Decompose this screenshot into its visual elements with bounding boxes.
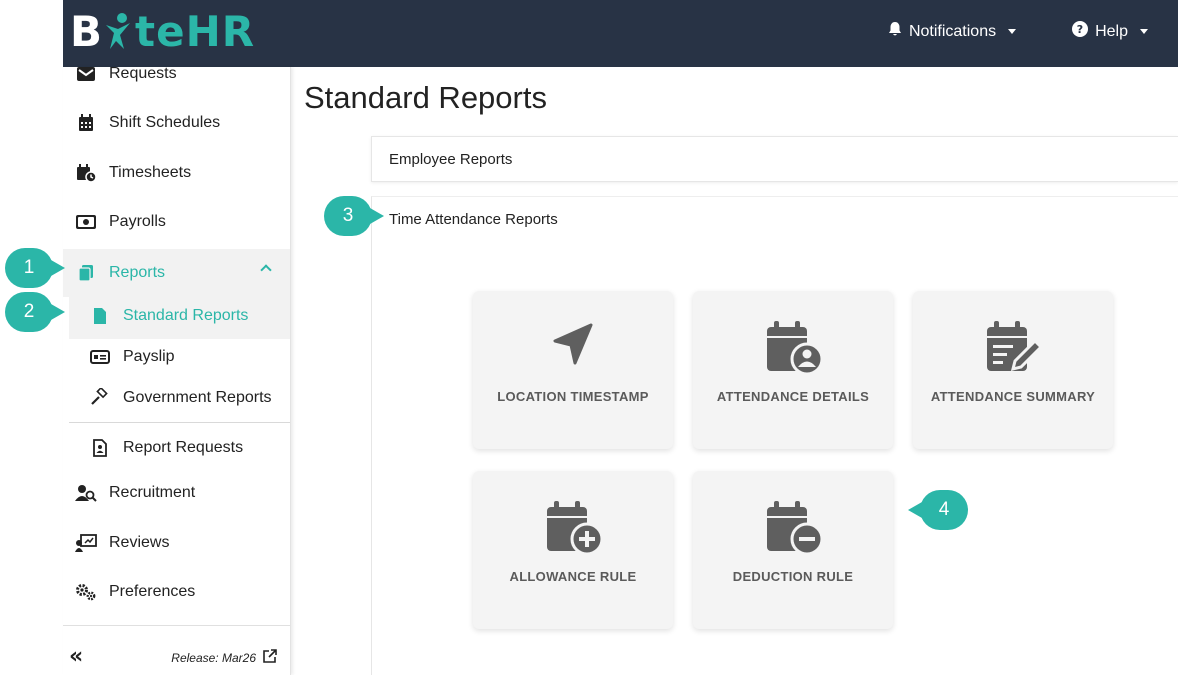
sidebar-item-shift-schedules[interactable]: Shift Schedules (63, 100, 290, 146)
logo-figure-icon (104, 11, 134, 51)
sidebar-item-label: Government Reports (123, 389, 272, 406)
calendar-plus-icon (473, 501, 673, 557)
sidebar-item-label: Requests (109, 65, 177, 82)
logo-letter-b: B (70, 6, 104, 56)
chevron-down-icon (1008, 29, 1017, 34)
collapse-sidebar-icon[interactable]: « (69, 644, 83, 669)
topbar-actions: Notifications ? Help (887, 20, 1148, 43)
calendar-icon (75, 112, 97, 134)
money-bill-icon (75, 211, 97, 233)
sidebar-item-label: Recruitment (109, 484, 196, 501)
sidebar-item-report-requests[interactable]: Report Requests (69, 425, 290, 471)
sidebar-item-label: Payrolls (109, 213, 166, 230)
sidebar-item-label: Reviews (109, 534, 170, 551)
help-dropdown[interactable]: ? Help (1071, 20, 1148, 43)
logo-letters-hr: HR (185, 6, 256, 56)
sidebar-item-label: Shift Schedules (109, 114, 221, 131)
sidebar-item-label: Reports (109, 264, 166, 281)
sidebar-item-requests[interactable]: Requests (63, 51, 290, 97)
sidebar: Requests Shift Schedules Timesheets Payr… (63, 65, 291, 675)
sidebar-item-reviews[interactable]: Reviews (63, 520, 290, 566)
sidebar-divider (69, 422, 290, 423)
card-label: ATTENDANCE SUMMARY (930, 389, 1096, 404)
sidebar-item-standard-reports[interactable]: Standard Reports (69, 293, 290, 339)
id-card-icon (89, 346, 111, 368)
sidebar-item-label: Standard Reports (123, 307, 249, 324)
page-title: Standard Reports (304, 80, 547, 115)
calendar-edit-icon (913, 321, 1113, 377)
calendar-minus-icon (693, 501, 893, 557)
sidebar-item-label: Preferences (109, 583, 196, 600)
card-attendance-details[interactable]: ATTENDANCE DETAILS (693, 291, 893, 449)
card-label: DEDUCTION RULE (732, 569, 854, 584)
card-allowance-rule[interactable]: ALLOWANCE RULE (473, 471, 673, 629)
external-link-icon (262, 648, 278, 667)
accordion-employee-reports[interactable]: Employee Reports (371, 136, 1178, 182)
copy-files-icon (75, 262, 97, 284)
callout-marker-3: 3 (324, 196, 384, 236)
file-icon (89, 305, 111, 327)
sidebar-item-payslip[interactable]: Payslip (69, 334, 290, 380)
notifications-dropdown[interactable]: Notifications (887, 21, 1017, 42)
question-circle-icon: ? (1071, 20, 1089, 43)
gavel-icon (89, 387, 111, 409)
sidebar-item-payrolls[interactable]: Payrolls (63, 199, 290, 245)
sidebar-footer: « Release: Mar26 (63, 625, 290, 675)
card-label: ATTENDANCE DETAILS (716, 389, 870, 404)
chevron-down-icon (1140, 29, 1148, 34)
help-label: Help (1095, 22, 1128, 40)
chevron-up-icon (260, 264, 272, 276)
logo-letters-te: te (135, 6, 186, 56)
location-arrow-icon (473, 321, 673, 377)
sidebar-item-label: Payslip (123, 348, 175, 365)
card-location-timestamp[interactable]: LOCATION TIMESTAMP (473, 291, 673, 449)
presentation-user-icon (75, 532, 97, 554)
sidebar-item-timesheets[interactable]: Timesheets (63, 150, 290, 196)
sidebar-item-government-reports[interactable]: Government Reports (69, 375, 290, 421)
callout-marker-1: 1 (5, 248, 65, 288)
callout-marker-4: 4 (908, 490, 968, 530)
sidebar-item-label: Report Requests (123, 439, 244, 456)
accordion-label[interactable]: Time Attendance Reports (389, 211, 558, 228)
bytehr-logo[interactable]: B te HR (70, 6, 255, 56)
callout-marker-2: 2 (5, 292, 65, 332)
bell-icon (887, 21, 903, 42)
app-root: B te HR Notifications ? Help Requests Sh… (0, 0, 1178, 675)
sidebar-item-reports[interactable]: Reports (63, 249, 290, 297)
release-label: Release: Mar26 (171, 650, 256, 665)
card-label: ALLOWANCE RULE (509, 569, 637, 584)
sidebar-item-label: Timesheets (109, 164, 192, 181)
card-label: LOCATION TIMESTAMP (497, 389, 649, 404)
sidebar-item-preferences[interactable]: Preferences (63, 569, 290, 615)
user-search-icon (75, 482, 97, 504)
gears-icon (75, 581, 97, 603)
release-link[interactable]: Release: Mar26 (171, 648, 278, 667)
calendar-clock-icon (75, 162, 97, 184)
card-deduction-rule[interactable]: DEDUCTION RULE (693, 471, 893, 629)
sidebar-item-recruitment[interactable]: Recruitment (63, 470, 290, 516)
accordion-label: Employee Reports (389, 151, 513, 168)
calendar-user-icon (693, 321, 893, 377)
svg-text:?: ? (1077, 23, 1083, 36)
card-attendance-summary[interactable]: ATTENDANCE SUMMARY (913, 291, 1113, 449)
inbox-icon (75, 63, 97, 85)
notifications-label: Notifications (908, 22, 997, 40)
file-user-icon (89, 437, 111, 459)
